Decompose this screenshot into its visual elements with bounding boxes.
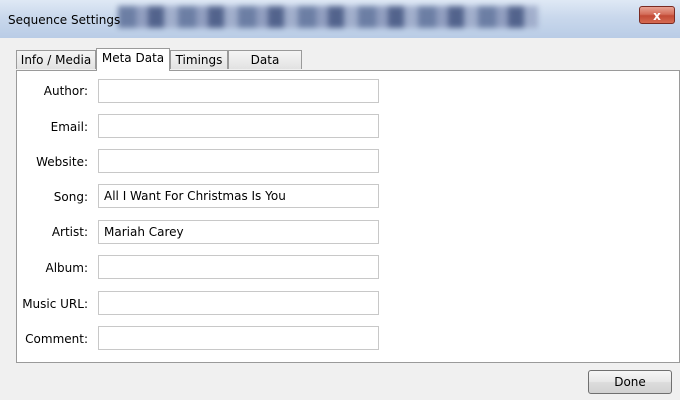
tab-meta-data[interactable]: Meta Data xyxy=(96,48,170,71)
tab-timings[interactable]: Timings xyxy=(170,50,228,69)
music-url-field[interactable] xyxy=(98,291,379,315)
tab-label: Meta Data xyxy=(101,51,165,65)
website-label: Website: xyxy=(36,155,88,169)
close-button[interactable]: x xyxy=(639,6,675,24)
song-field[interactable] xyxy=(98,184,379,208)
title-bar[interactable]: Sequence Settings x xyxy=(0,0,680,38)
email-label: Email: xyxy=(50,120,88,134)
author-field[interactable] xyxy=(98,79,379,103)
close-icon: x xyxy=(653,9,661,23)
email-field[interactable] xyxy=(98,114,379,138)
tab-data-layers[interactable]: Data Layers xyxy=(228,50,302,85)
done-button[interactable]: Done xyxy=(588,370,672,394)
artist-field[interactable] xyxy=(98,220,379,244)
comment-label: Comment: xyxy=(25,332,88,346)
artist-label: Artist: xyxy=(51,225,88,239)
tab-info-media[interactable]: Info / Media xyxy=(16,50,96,69)
song-label: Song: xyxy=(53,190,88,204)
sequence-settings-dialog: Sequence Settings x Info / Media Meta Da… xyxy=(0,0,680,400)
title-bar-blurred-region xyxy=(118,6,538,28)
tab-label: Timings xyxy=(175,53,223,67)
done-button-label: Done xyxy=(614,375,646,389)
author-label: Author: xyxy=(43,84,88,98)
album-field[interactable] xyxy=(98,255,379,279)
tab-label: Info / Media xyxy=(20,53,92,67)
comment-field[interactable] xyxy=(98,326,379,350)
album-label: Album: xyxy=(45,261,89,275)
window-title: Sequence Settings xyxy=(8,13,121,27)
music-url-label: Music URL: xyxy=(22,297,88,311)
website-field[interactable] xyxy=(98,149,379,173)
